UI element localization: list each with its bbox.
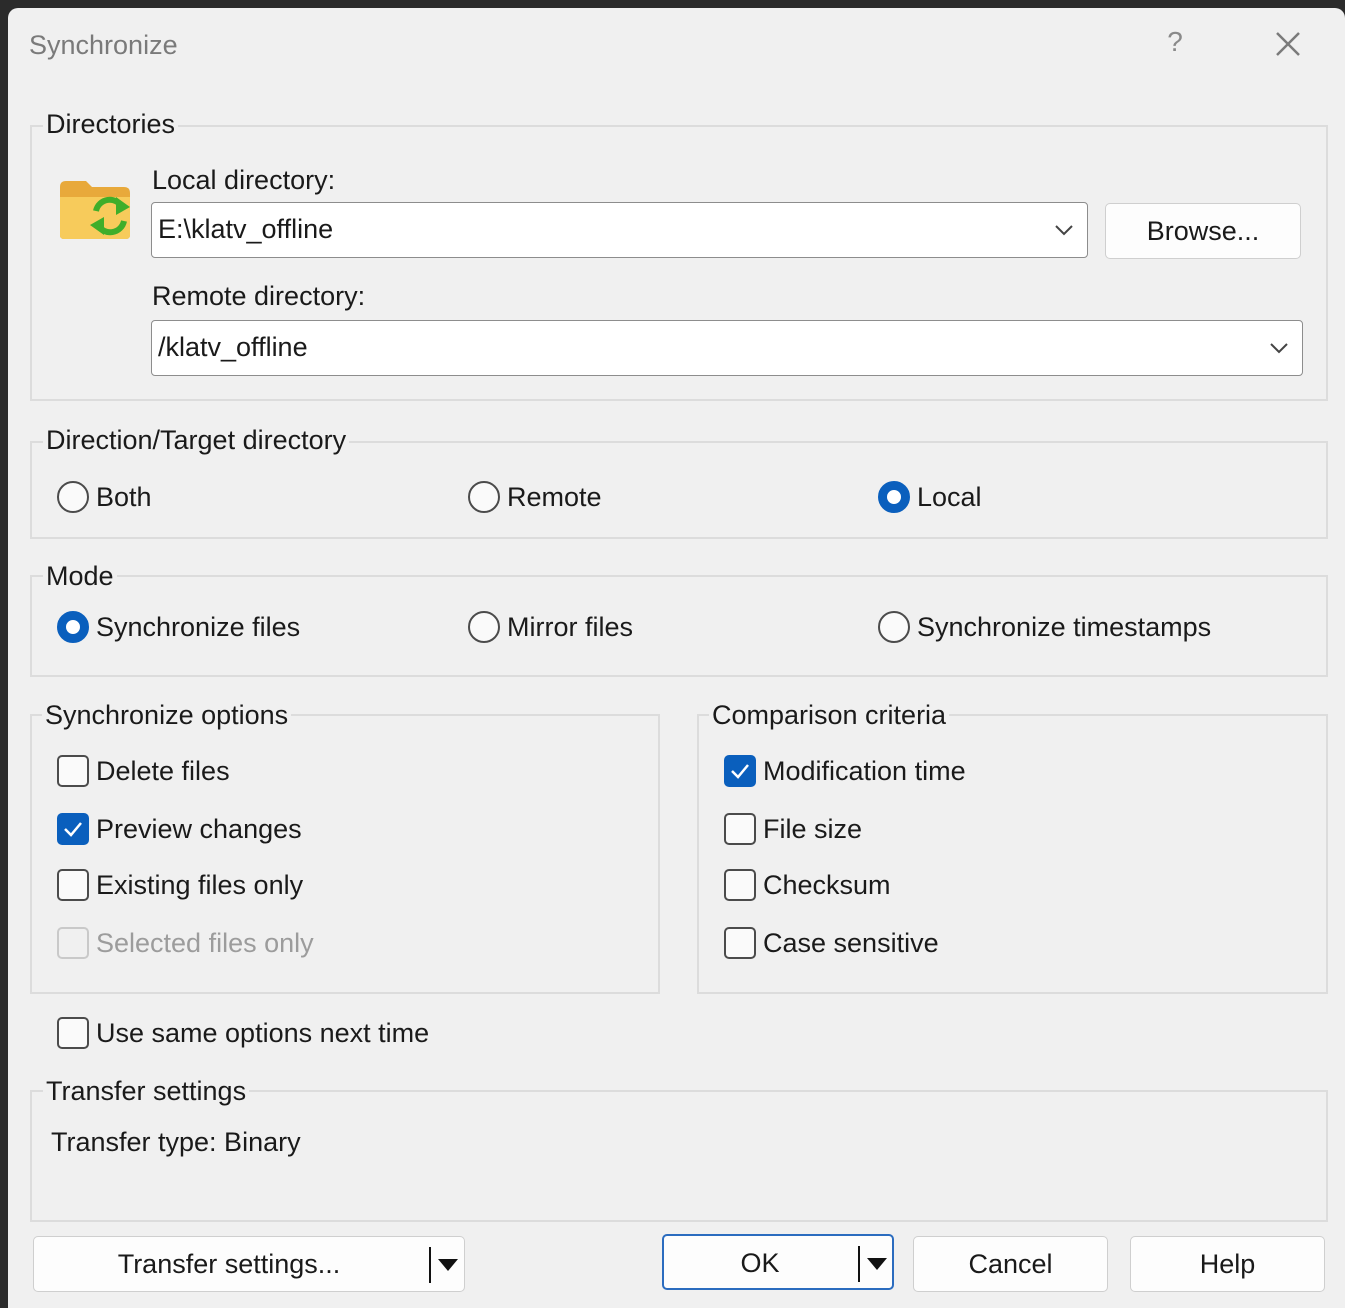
remote-directory-value: /klatv_offline — [158, 332, 308, 362]
local-directory-combo[interactable]: E:\klatv_offline — [151, 202, 1088, 258]
mode-group-label: Mode — [43, 560, 117, 592]
chevron-down-icon[interactable] — [1268, 339, 1290, 357]
window-title: Synchronize — [29, 30, 178, 60]
direction-local-label: Local — [917, 482, 982, 512]
direction-group-label: Direction/Target directory — [43, 424, 350, 456]
checkbox-indicator — [57, 869, 89, 901]
comparison-criteria-group-label: Comparison criteria — [709, 699, 950, 731]
checkbox-indicator — [724, 927, 756, 959]
checkbox-indicator — [57, 755, 89, 787]
browse-button[interactable]: Browse... — [1105, 203, 1301, 259]
local-directory-label: Local directory: — [152, 165, 336, 195]
existing-files-only-label: Existing files only — [96, 870, 304, 900]
title-bar: Synchronize ? — [8, 8, 1345, 84]
delete-files-label: Delete files — [96, 756, 230, 786]
radio-indicator — [878, 611, 910, 643]
direction-remote-label: Remote — [507, 482, 602, 512]
split-separator — [858, 1246, 860, 1282]
checkbox-indicator — [57, 813, 89, 845]
radio-indicator — [878, 481, 910, 513]
dropdown-arrow-icon[interactable] — [867, 1258, 887, 1270]
synchronize-dialog: Synchronize ? Directories Local director… — [8, 8, 1345, 1308]
dropdown-arrow-icon[interactable] — [438, 1259, 458, 1271]
split-separator — [429, 1247, 431, 1283]
help-titlebar-button[interactable]: ? — [1160, 26, 1190, 58]
folder-sync-icon — [60, 181, 130, 239]
mode-mirror-files-label: Mirror files — [507, 612, 633, 642]
chevron-down-icon[interactable] — [1053, 221, 1075, 239]
radio-indicator — [57, 611, 89, 643]
checkbox-indicator — [724, 813, 756, 845]
local-directory-value: E:\klatv_offline — [158, 214, 334, 244]
checkmark-icon — [731, 764, 749, 779]
radio-indicator — [468, 481, 500, 513]
remote-directory-label: Remote directory: — [152, 281, 366, 311]
file-size-label: File size — [763, 814, 863, 844]
remote-directory-combo[interactable]: /klatv_offline — [151, 320, 1303, 376]
transfer-settings-button-label: Transfer settings... — [117, 1249, 341, 1279]
preview-changes-label: Preview changes — [96, 814, 302, 844]
help-button[interactable]: Help — [1130, 1236, 1325, 1292]
sync-options-group-label: Synchronize options — [42, 699, 292, 731]
use-same-options-label: Use same options next time — [96, 1018, 430, 1048]
modification-time-label: Modification time — [763, 756, 966, 786]
checkbox-indicator — [724, 869, 756, 901]
checkbox-indicator — [724, 755, 756, 787]
transfer-type-info: Transfer type: Binary — [51, 1127, 301, 1157]
checksum-label: Checksum — [763, 870, 891, 900]
radio-indicator — [468, 611, 500, 643]
checkbox-indicator — [57, 927, 89, 959]
direction-both-label: Both — [96, 482, 152, 512]
mode-synchronize-timestamps-label: Synchronize timestamps — [917, 612, 1212, 642]
ok-button-label: OK — [740, 1248, 780, 1278]
checkmark-icon — [64, 822, 82, 837]
close-icon[interactable] — [1270, 26, 1306, 62]
selected-files-only-label: Selected files only — [96, 928, 314, 958]
cancel-button[interactable]: Cancel — [913, 1236, 1108, 1292]
checkbox-indicator — [57, 1017, 89, 1049]
ok-split-button[interactable]: OK — [662, 1234, 894, 1290]
radio-indicator — [57, 481, 89, 513]
transfer-settings-group-label: Transfer settings — [43, 1075, 250, 1107]
case-sensitive-label: Case sensitive — [763, 928, 939, 958]
transfer-settings-split-button[interactable]: Transfer settings... — [33, 1236, 465, 1292]
directories-group-label: Directories — [43, 108, 179, 140]
mode-synchronize-files-label: Synchronize files — [96, 612, 301, 642]
